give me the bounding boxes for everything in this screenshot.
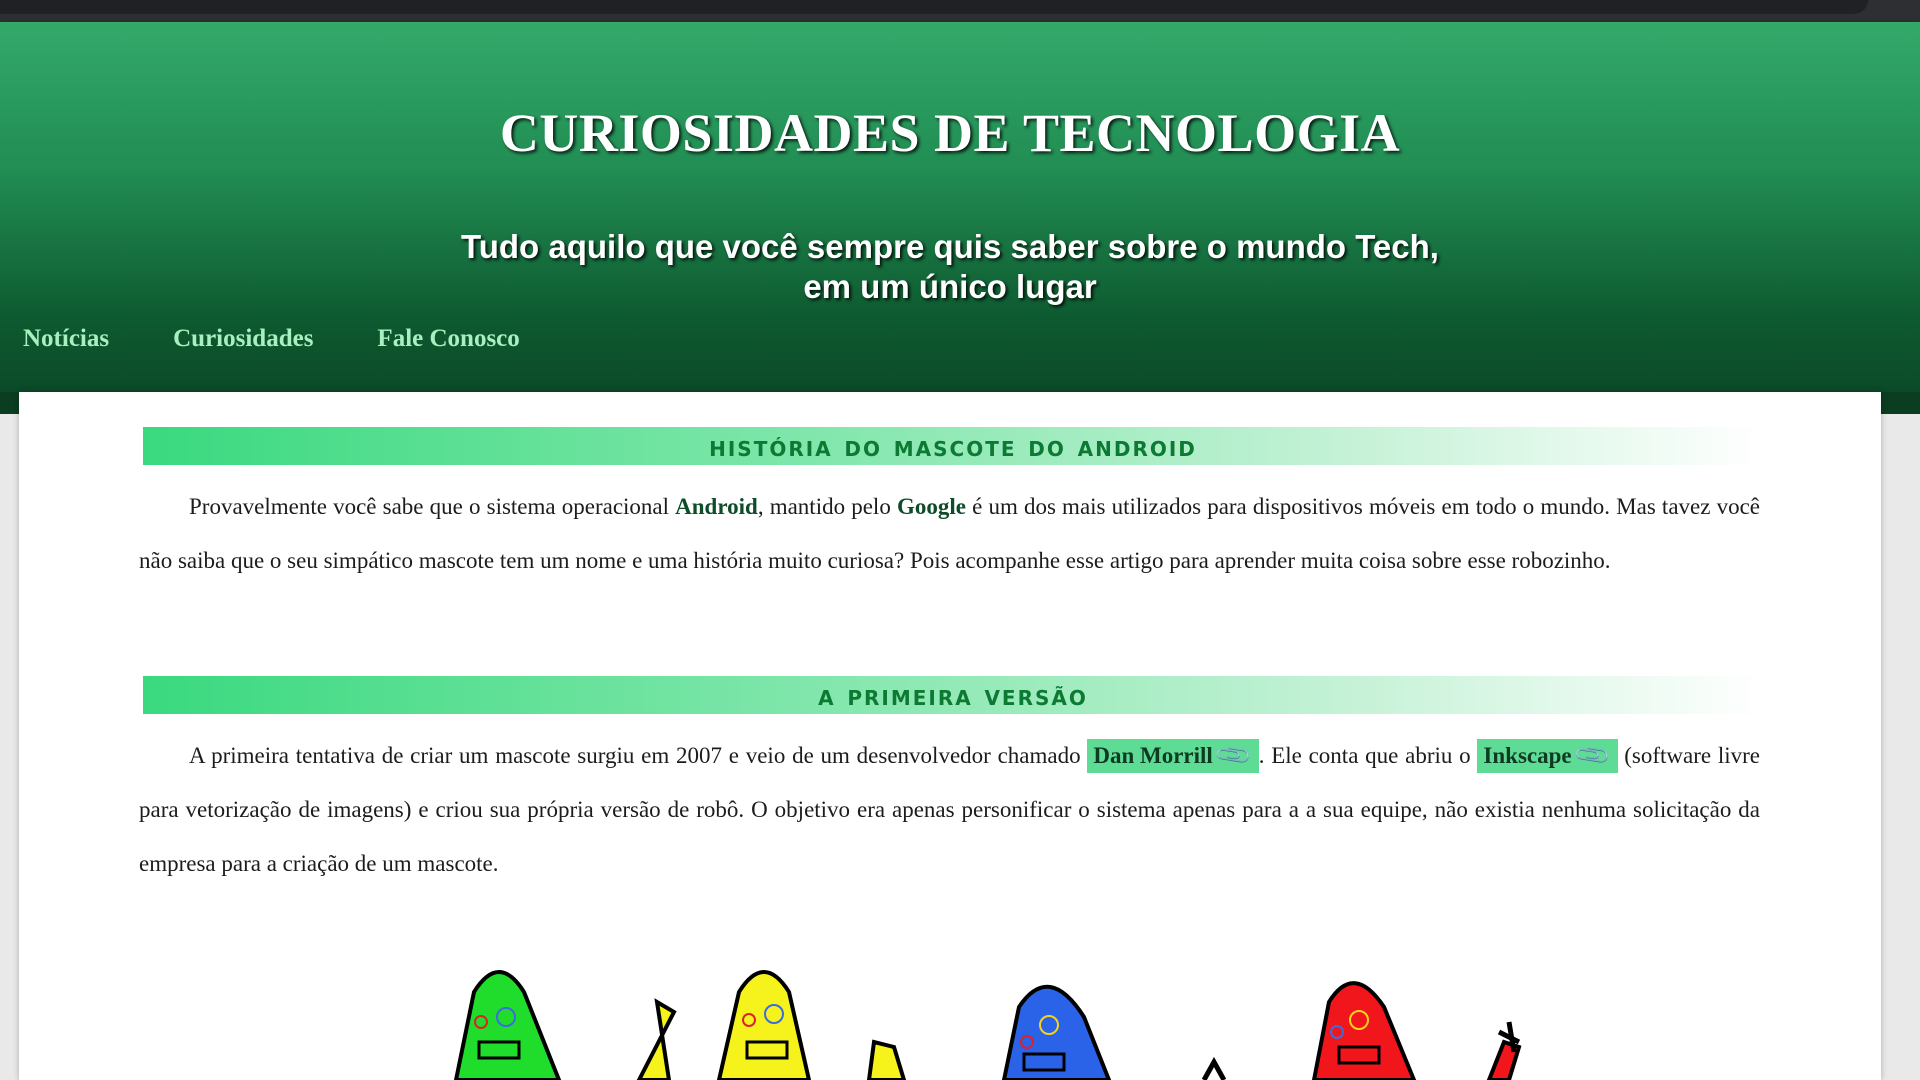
green-robot (453, 970, 562, 1080)
nav-item-fale-conosco[interactable]: Fale Conosco (377, 325, 519, 365)
red-robot (1311, 981, 1522, 1080)
site-header: CURIOSIDADES DE TECNOLOGIA Tudo aquilo q… (0, 22, 1920, 414)
site-title: CURIOSIDADES DE TECNOLOGIA (499, 103, 1401, 163)
nav-item-noticias[interactable]: Notícias (23, 325, 109, 365)
site-subtitle: Tudo aquilo que você sempre quis saber s… (450, 227, 1450, 307)
subtitle-line-2: em um único lugar (803, 268, 1097, 305)
nav-item-curiosidades[interactable]: Curiosidades (173, 325, 313, 365)
blue-robot (1001, 984, 1227, 1080)
article-content: História do mascote do Android Provavelm… (19, 392, 1881, 1080)
subtitle-line-1: Tudo aquilo que você sempre quis saber s… (461, 228, 1439, 265)
yellow-robot (636, 970, 907, 1080)
robot-mascots-image (453, 970, 1522, 1080)
browser-tab-bar (0, 0, 1868, 14)
main-nav: Notícias Curiosidades Fale Conosco (23, 325, 520, 365)
browser-top-strip (0, 0, 1920, 22)
